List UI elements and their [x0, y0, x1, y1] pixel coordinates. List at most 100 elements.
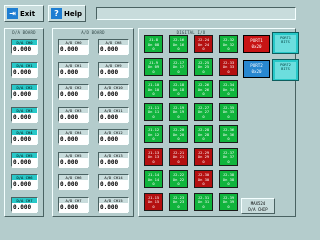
digital-io-toggle[interactable]: J2-35 On 35 0	[219, 102, 238, 121]
io-value: 0	[177, 181, 180, 186]
io-value: 0	[202, 136, 205, 141]
digital-io-toggle[interactable]: J2-26 On 26 0	[194, 80, 213, 98]
ad-channel: A/D CH11 0.000	[98, 106, 129, 123]
channel-value-field: 0.000	[59, 45, 88, 55]
channel-value-field: 0.000	[59, 135, 88, 145]
exit-button[interactable]: ⇥ Exit	[4, 5, 44, 22]
digital-io-toggle[interactable]: J2-28 On 28 0	[194, 125, 213, 143]
digital-io-toggle[interactable]: J2-25 On 25 0	[194, 57, 213, 76]
channel-value-field: 0.000	[99, 90, 128, 100]
digital-io-toggle[interactable]: J2-20 On 20 0	[169, 125, 188, 143]
digital-io-toggle[interactable]: J2-23 On 23 0	[169, 192, 188, 211]
digital-io-toggle[interactable]: J2-21 On 21 0	[169, 147, 188, 166]
io-value: 0	[202, 68, 205, 74]
io-value: 0	[227, 203, 230, 209]
digital-io-toggle[interactable]: J2-27 On 27 0	[194, 102, 213, 121]
digital-io-toggle[interactable]: J1-10 On 10 0	[144, 80, 163, 98]
digital-io-toggle[interactable]: J2-16 On 16 0	[169, 35, 188, 53]
digital-io-toggle[interactable]: J2-36 On 36 0	[219, 125, 238, 143]
digital-io-panel: DIGITAL I/O J1-8 On 08 0 J1-9 On 09 0 J1-10 On …	[138, 28, 299, 217]
io-value: 0	[152, 136, 155, 141]
channel-value-field: 0.000	[99, 45, 128, 55]
io-value: 0	[177, 113, 180, 119]
da-channel[interactable]: D/A CH7 0.000	[11, 196, 38, 213]
status-bar	[96, 7, 296, 20]
channel-value-field[interactable]: 0.000	[12, 202, 37, 213]
ad-channel: A/D CH10 0.000	[98, 84, 129, 100]
channel-value-field: 0.000	[59, 67, 88, 78]
da-board-panel: D/A BOARD D/A CH0 0.000 D/A CH1 0.000 D/A CH…	[4, 28, 44, 217]
channel-value-field[interactable]: 0.000	[12, 45, 37, 55]
da-channel[interactable]: D/A CH3 0.000	[11, 106, 38, 123]
digital-io-toggle[interactable]: J2-17 On 17 0	[169, 57, 188, 76]
da-channel[interactable]: D/A CH0 0.000	[11, 39, 38, 55]
io-value: 0	[152, 46, 155, 51]
digital-io-toggle[interactable]: J2-30 On 30 0	[194, 170, 213, 188]
da-channel[interactable]: D/A CH6 0.000	[11, 174, 38, 190]
da-chip-button[interactable]: MAX524 D/A CHIP	[241, 198, 275, 214]
da-channel[interactable]: D/A CH2 0.000	[11, 84, 38, 100]
channel-value-field: 0.000	[99, 157, 128, 168]
io-value: 0	[202, 203, 205, 209]
digital-io-toggle[interactable]: J2-33 On 33 0	[219, 57, 238, 76]
ad-channel: A/D CH13 0.000	[98, 151, 129, 168]
port-bits-panel-2[interactable]: PORT2 BITS	[272, 59, 299, 81]
ad-channel: A/D CH0 0.000	[58, 39, 89, 55]
io-value: 0	[227, 91, 230, 96]
chip-label-type: D/A CHIP	[248, 206, 268, 212]
digital-io-toggle[interactable]: J2-38 On 38 0	[219, 170, 238, 188]
digital-io-toggle[interactable]: J2-37 On 37 0	[219, 147, 238, 166]
port-bits-inner: PORT2 BITS	[275, 61, 296, 79]
digital-io-toggle[interactable]: J2-29 On 29 0	[194, 147, 213, 166]
channel-value-field[interactable]: 0.000	[12, 180, 37, 190]
digital-io-toggle[interactable]: J2-31 On 31 0	[194, 192, 213, 211]
port-button-1[interactable]: PORT1 0x20	[243, 35, 270, 53]
digital-io-toggle[interactable]: J1-15 On 15 0	[144, 192, 163, 211]
ad-channel: A/D CH8 0.000	[98, 39, 129, 55]
port-bits-inner: PORT1 BITS	[275, 34, 296, 52]
port-bits-panel-1[interactable]: PORT1 BITS	[272, 32, 299, 54]
da-channel[interactable]: D/A CH1 0.000	[11, 61, 38, 78]
io-value: 0	[152, 181, 155, 186]
channel-value-field: 0.000	[99, 180, 128, 190]
digital-io-toggle[interactable]: J2-22 On 22 0	[169, 170, 188, 188]
digital-io-toggle[interactable]: J1-13 On 13 0	[144, 147, 163, 166]
digital-io-toggle[interactable]: J2-24 On 24 0	[194, 35, 213, 53]
ad-channel: A/D CH2 0.000	[58, 84, 89, 100]
digital-io-toggle[interactable]: J1-11 On 11 0	[144, 102, 163, 121]
channel-value-field[interactable]: 0.000	[12, 112, 37, 123]
ad-channel: A/D CH9 0.000	[98, 61, 129, 78]
digital-io-toggle[interactable]: J1-8 On 08 0	[144, 35, 163, 53]
io-value: 0	[177, 158, 180, 164]
help-button[interactable]: ? Help	[48, 5, 86, 22]
digital-io-toggle[interactable]: J1-12 On 12 0	[144, 125, 163, 143]
da-channel[interactable]: D/A CH4 0.000	[11, 129, 38, 145]
digital-io-toggle[interactable]: J2-34 On 34 0	[219, 80, 238, 98]
exit-door-icon: ⇥	[7, 8, 18, 19]
ad-channel: A/D CH1 0.000	[58, 61, 89, 78]
channel-value-field: 0.000	[59, 202, 88, 213]
port-button-2[interactable]: PORT2 0x20	[243, 60, 270, 78]
digital-io-toggle[interactable]: J2-32 On 32 0	[219, 35, 238, 53]
ad-channel: A/D CH6 0.000	[58, 174, 89, 190]
channel-value-field[interactable]: 0.000	[12, 90, 37, 100]
ad-channel: A/D CH12 0.000	[98, 129, 129, 145]
digital-io-toggle[interactable]: J1-9 On 09 0	[144, 57, 163, 76]
digital-io-toggle[interactable]: J2-18 On 18 0	[169, 80, 188, 98]
channel-value-field[interactable]: 0.000	[12, 67, 37, 78]
da-channel[interactable]: D/A CH5 0.000	[11, 151, 38, 168]
io-value: 0	[202, 91, 205, 96]
io-value: 0	[202, 113, 205, 119]
io-value: 0	[152, 203, 155, 209]
io-value: 0	[227, 181, 230, 186]
io-value: 0	[202, 158, 205, 164]
digital-io-toggle[interactable]: J2-39 On 39 0	[219, 192, 238, 211]
channel-value-field[interactable]: 0.000	[12, 157, 37, 168]
help-button-label: Help	[64, 9, 83, 18]
digital-io-toggle[interactable]: J1-14 On 14 0	[144, 170, 163, 188]
channel-value-field[interactable]: 0.000	[12, 135, 37, 145]
channel-value-field: 0.000	[99, 67, 128, 78]
port-value: 0x20	[251, 44, 262, 49]
io-value: 0	[177, 46, 180, 51]
digital-io-toggle[interactable]: J2-19 On 19 0	[169, 102, 188, 121]
